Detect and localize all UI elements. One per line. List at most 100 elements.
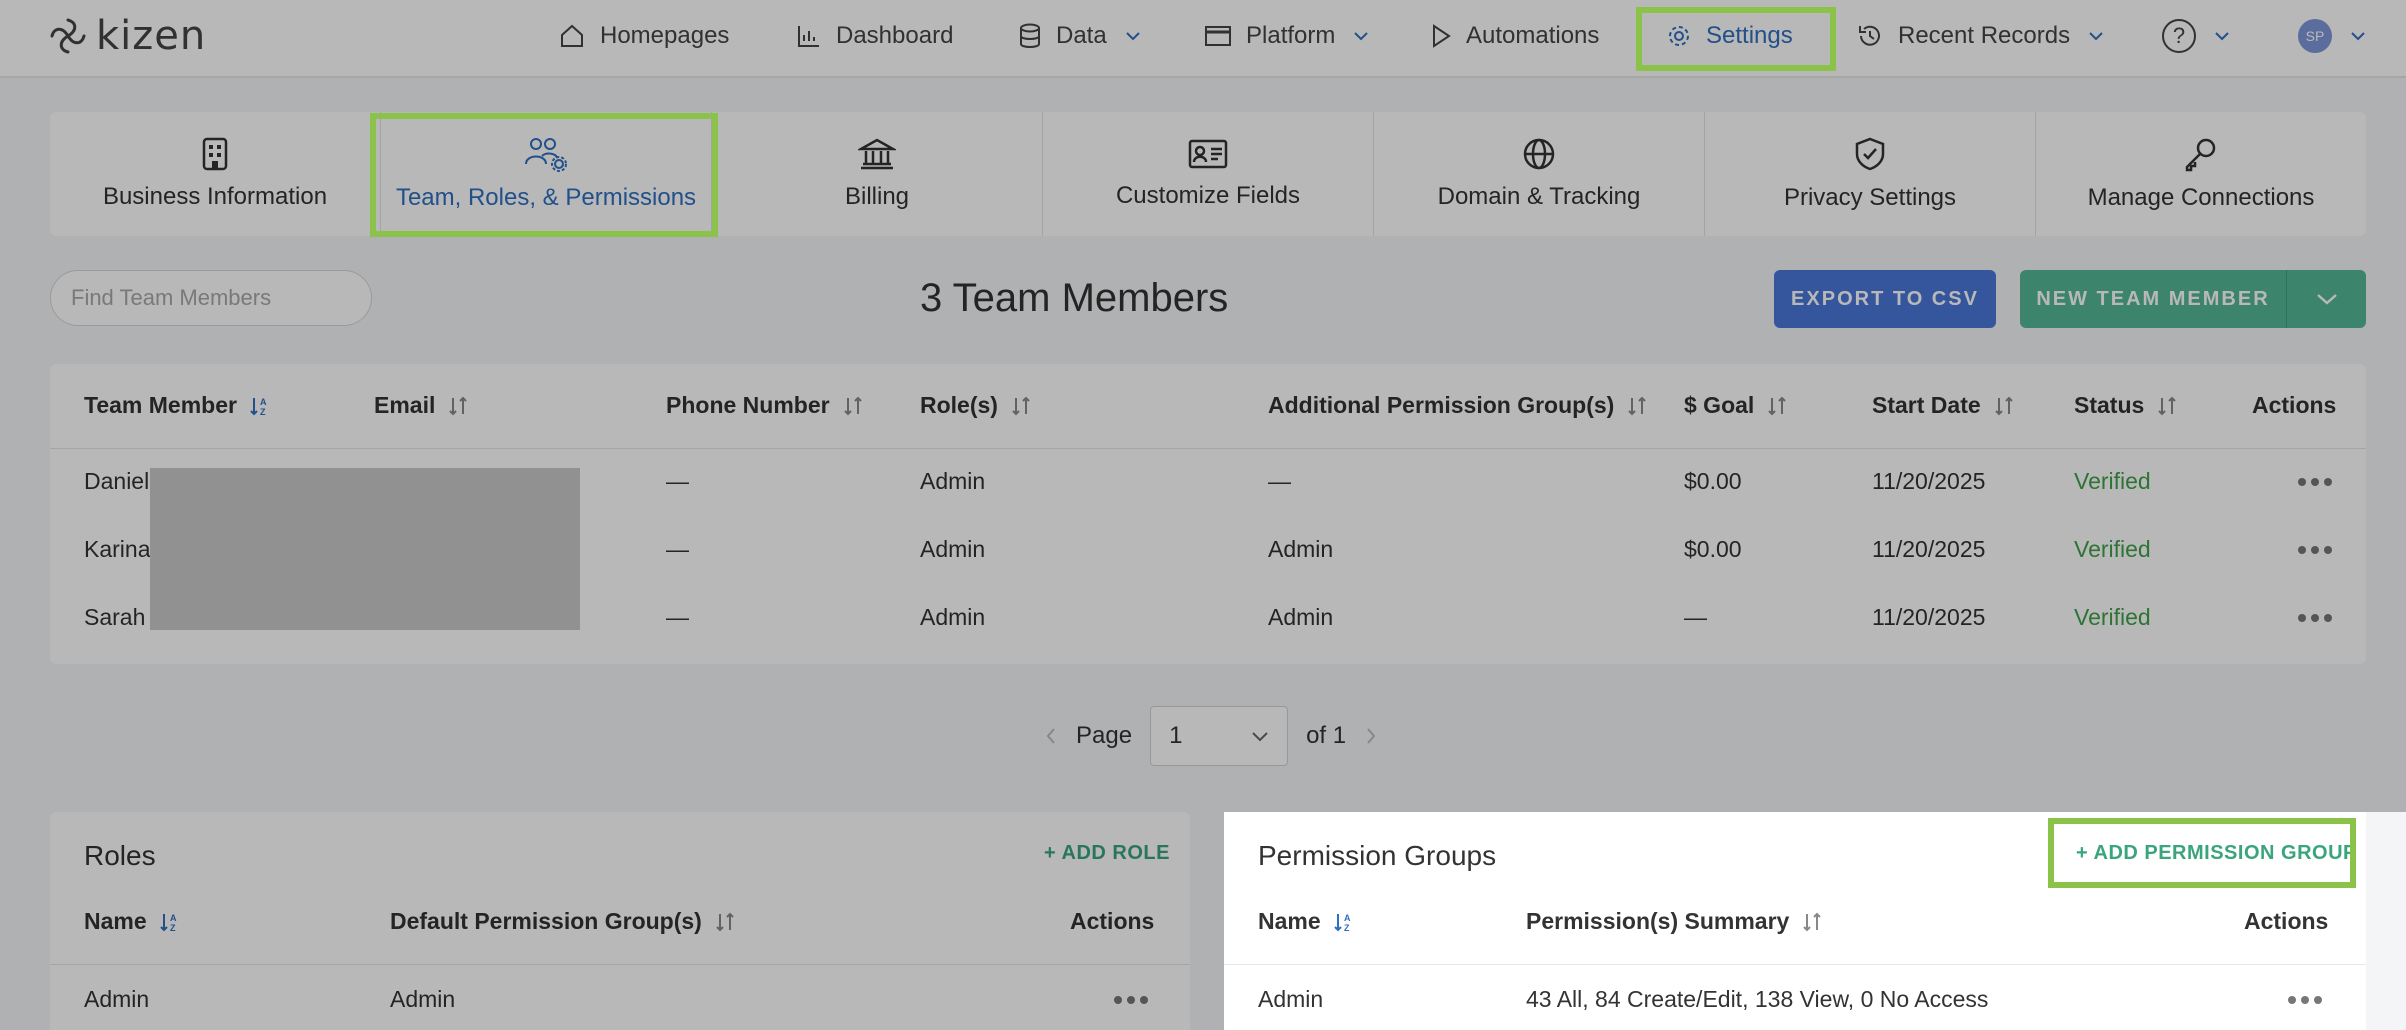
top-navigation-bar: kizen Homepages Dashboard Data Platform … <box>0 0 2406 78</box>
chevron-down-icon <box>2316 294 2337 305</box>
new-team-member-dropdown[interactable] <box>2286 270 2366 328</box>
header-start-date[interactable]: Start Date <box>1872 392 2015 419</box>
help-menu[interactable]: ? <box>2162 14 2230 58</box>
chevron-down-icon <box>1354 32 1369 41</box>
roles-title: Roles <box>84 840 156 871</box>
tab-business-information[interactable]: Business Information <box>50 112 381 236</box>
nav-homepages-label: Homepages <box>600 22 730 49</box>
new-team-member-button[interactable]: NEW TEAM MEMBER <box>2020 270 2366 328</box>
status-badge: Verified <box>2074 536 2151 562</box>
chevron-down-icon <box>1125 32 1140 41</box>
chevron-left-icon[interactable] <box>1044 726 1058 746</box>
bar-chart-icon <box>798 26 819 47</box>
tab-manage-connections[interactable]: Manage Connections <box>2036 112 2366 236</box>
tab-label: Customize Fields <box>1115 182 1301 209</box>
nav-homepages[interactable]: Homepages <box>558 14 729 58</box>
header-default-permission-group[interactable]: Default Permission Group(s) <box>390 908 736 935</box>
header-group-name[interactable]: Name AZ <box>1258 908 1355 935</box>
cell-group-name[interactable]: Admin <box>1258 986 1323 1013</box>
header-email[interactable]: Email <box>374 392 469 419</box>
nav-dashboard[interactable]: Dashboard <box>796 14 953 58</box>
header-roles[interactable]: Role(s) <box>920 392 1032 419</box>
kizen-logo[interactable]: kizen <box>48 13 206 59</box>
page-select[interactable]: 1 <box>1150 706 1289 766</box>
chevron-down-icon <box>2215 32 2229 41</box>
sort-icon <box>2158 396 2177 415</box>
header-actions: Actions <box>1070 908 1154 935</box>
export-button-label: EXPORT TO CSV <box>1791 287 1979 310</box>
cell-additional: — <box>1268 468 1291 494</box>
header-label: Actions <box>2244 908 2329 934</box>
search-team-members[interactable] <box>50 270 372 326</box>
nav-automations[interactable]: Automations <box>1430 14 1599 58</box>
tab-label: Manage Connections <box>2087 184 2315 211</box>
row-actions-menu-icon[interactable] <box>2298 478 2332 486</box>
tab-privacy-settings[interactable]: Privacy Settings <box>1705 112 2036 236</box>
header-goal[interactable]: $ Goal <box>1684 392 1788 419</box>
new-team-member-label: NEW TEAM MEMBER <box>2036 287 2270 310</box>
key-icon <box>2185 138 2216 172</box>
row-actions-menu-icon[interactable] <box>2298 614 2332 622</box>
nav-platform[interactable]: Platform <box>1204 14 1369 58</box>
header-label: Actions <box>1070 908 1155 934</box>
sort-icon <box>716 912 734 931</box>
database-icon <box>1020 23 1040 48</box>
tab-customize-fields[interactable]: Customize Fields <box>1043 112 1374 236</box>
svg-text:Z: Z <box>170 923 176 933</box>
building-icon <box>202 137 228 171</box>
search-input[interactable] <box>71 285 359 311</box>
home-icon <box>561 24 583 47</box>
cell-roles: Admin <box>920 468 986 494</box>
row-actions-menu-icon[interactable] <box>2298 546 2332 554</box>
header-label: Email <box>374 392 436 418</box>
history-icon <box>1859 25 1880 46</box>
svg-text:Z: Z <box>260 407 266 417</box>
cell-member[interactable]: Daniel <box>84 468 149 495</box>
cell-member[interactable]: Karina <box>84 536 150 563</box>
chevron-down-icon <box>2351 32 2365 41</box>
cell-member[interactable]: Sarah <box>84 604 145 631</box>
id-card-icon <box>1188 139 1228 169</box>
table-divider <box>50 448 2366 449</box>
avatar: SP <box>2298 19 2332 53</box>
add-role-link[interactable]: + ADD ROLE <box>1044 842 1170 865</box>
team-members-count-title: 3 Team Members <box>920 276 1229 320</box>
header-additional-permission-groups[interactable]: Additional Permission Group(s) <box>1268 392 1648 419</box>
cell-goal: $0.00 <box>1684 536 1742 562</box>
highlight-settings <box>1636 7 1836 71</box>
nav-data[interactable]: Data <box>1018 14 1141 58</box>
bank-icon <box>858 138 896 170</box>
header-status[interactable]: Status <box>2074 392 2178 419</box>
sort-az-active-icon: AZ <box>159 913 177 933</box>
tab-domain-tracking[interactable]: Domain & Tracking <box>1374 112 1705 236</box>
svg-text:A: A <box>260 397 267 407</box>
header-phone[interactable]: Phone Number <box>666 392 864 419</box>
header-label: Name <box>1258 908 1321 934</box>
shield-check-icon <box>1855 137 1885 171</box>
tab-label: Domain & Tracking <box>1437 183 1641 210</box>
chevron-right-icon[interactable] <box>1364 726 1378 746</box>
sort-icon <box>1768 396 1787 415</box>
page-label: Page <box>1076 722 1133 749</box>
header-permissions-summary[interactable]: Permission(s) Summary <box>1526 908 1823 935</box>
sort-icon <box>1994 396 2013 415</box>
cell-role-name[interactable]: Admin <box>84 986 149 1013</box>
nav-recent-records[interactable]: Recent Records <box>1856 14 2104 58</box>
user-menu[interactable]: SP <box>2298 14 2366 58</box>
help-icon-glyph: ? <box>2172 23 2186 48</box>
tab-label: Billing <box>844 183 910 210</box>
header-label: Status <box>2074 392 2145 418</box>
header-role-name[interactable]: Name AZ <box>84 908 181 935</box>
header-label: Team Member <box>84 392 237 418</box>
export-to-csv-button[interactable]: EXPORT TO CSV <box>1774 270 1996 328</box>
header-team-member[interactable]: Team Member AZ <box>84 392 271 419</box>
row-actions-menu-icon[interactable] <box>1114 996 1148 1004</box>
sort-icon <box>1012 396 1030 415</box>
cell-phone: — <box>666 604 689 630</box>
page-select-value: 1 <box>1169 722 1183 749</box>
tab-billing[interactable]: Billing <box>712 112 1043 236</box>
row-actions-menu-icon[interactable] <box>2288 996 2322 1004</box>
kizen-logo-mark-icon <box>50 18 86 54</box>
permission-groups-title: Permission Groups <box>1258 840 1497 871</box>
cell-permissions-summary: 43 All, 84 Create/Edit, 138 View, 0 No A… <box>1526 986 1989 1012</box>
